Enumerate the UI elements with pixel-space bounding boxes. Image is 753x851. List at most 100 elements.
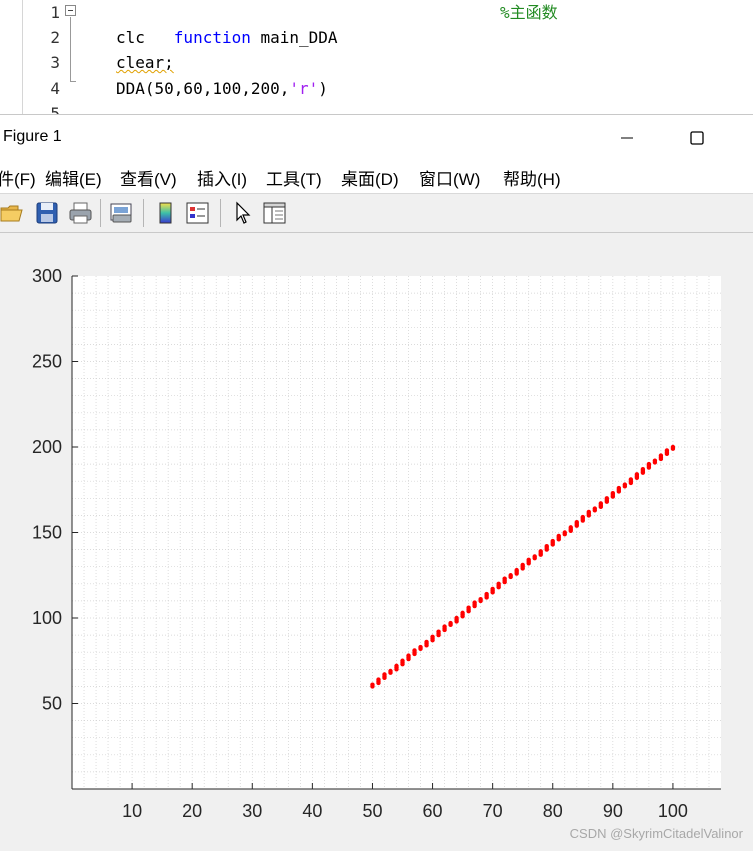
data-point xyxy=(544,543,549,549)
data-point xyxy=(610,490,616,496)
data-point xyxy=(598,501,604,506)
legend-button[interactable] xyxy=(185,200,211,226)
data-point xyxy=(490,586,495,592)
colorbar-icon xyxy=(159,202,172,224)
code-line-3[interactable]: 3 clear; xyxy=(0,50,753,75)
menu-tools[interactable]: 工具(T) xyxy=(266,165,322,190)
data-point xyxy=(628,477,634,482)
data-point xyxy=(454,615,459,621)
data-point xyxy=(532,554,537,559)
data-point xyxy=(460,610,465,616)
string-literal: 'r' xyxy=(289,79,319,98)
function-call: DDA(50,60,100,200, xyxy=(116,79,290,98)
data-point xyxy=(622,482,628,487)
data-point xyxy=(430,634,435,640)
axes-chart[interactable]: 10 20 30 40 50 60 70 80 90 100 50 100 150 200 250 300 xyxy=(0,233,753,847)
figure-menubar: 件(F) 编辑(E) 查看(V) 插入(I) 工具(T) 桌面(D) 窗口(W)… xyxy=(0,159,753,194)
data-point xyxy=(562,530,567,535)
data-point xyxy=(568,525,573,530)
data-point xyxy=(574,520,579,525)
data-point xyxy=(556,533,561,539)
data-point xyxy=(538,549,543,554)
menu-insert[interactable]: 插入(I) xyxy=(197,165,247,190)
x-tick-label: 20 xyxy=(182,801,202,821)
data-point xyxy=(388,668,393,674)
data-point xyxy=(484,591,489,597)
data-point xyxy=(526,557,531,563)
toolbar-separator xyxy=(220,199,221,227)
data-point xyxy=(442,624,447,629)
line-number: 2 xyxy=(50,28,60,47)
minimize-icon xyxy=(621,137,633,139)
property-editor-button[interactable] xyxy=(262,200,288,226)
menu-edit[interactable]: 编辑(E) xyxy=(45,165,102,190)
data-point xyxy=(604,496,610,501)
toolbar-separator xyxy=(100,199,101,227)
colorbar-button[interactable] xyxy=(153,200,179,226)
pointer-button[interactable] xyxy=(230,200,256,226)
menu-window[interactable]: 窗口(W) xyxy=(419,165,480,190)
data-point xyxy=(406,653,411,658)
x-tick-label: 30 xyxy=(242,801,262,821)
code-line-4[interactable]: 4 DDA(50,60,100,200,'r') xyxy=(0,76,753,101)
code-editor[interactable]: 1 function main_DDA %主函数 2 clc 3 clear; … xyxy=(0,0,753,114)
minimize-button[interactable] xyxy=(604,123,650,153)
figure-title: Figure 1 xyxy=(3,128,62,145)
data-point xyxy=(478,596,483,602)
data-point xyxy=(514,567,519,573)
fold-collapse-icon[interactable] xyxy=(65,5,76,16)
x-tick-label: 60 xyxy=(423,801,443,821)
property-editor-icon xyxy=(263,202,286,224)
toolbar-separator xyxy=(143,199,144,227)
menu-file[interactable]: 件(F) xyxy=(0,165,36,190)
data-point xyxy=(412,648,417,653)
print-preview-button[interactable] xyxy=(109,200,135,226)
code-line-5[interactable]: 5 xyxy=(0,101,753,114)
function-call-close: ) xyxy=(318,79,328,98)
data-point xyxy=(496,581,501,586)
x-tick-label: 10 xyxy=(122,801,142,821)
code-line-1[interactable]: 1 function main_DDA %主函数 xyxy=(0,0,753,47)
open-folder-icon xyxy=(0,205,23,222)
print-button[interactable] xyxy=(68,200,94,226)
menu-view[interactable]: 查看(V) xyxy=(120,165,177,190)
pointer-icon xyxy=(236,201,251,224)
y-tick-label: 250 xyxy=(32,352,62,372)
data-point xyxy=(640,467,646,472)
y-tick-label: 100 xyxy=(32,608,62,628)
data-point xyxy=(664,448,670,453)
code-comment: %主函数 xyxy=(500,3,558,22)
figure-toolbar xyxy=(0,194,753,233)
code-line-2[interactable]: 2 clc xyxy=(0,25,753,50)
data-point xyxy=(466,605,471,610)
data-point xyxy=(670,444,676,450)
line-number: 3 xyxy=(50,53,60,72)
data-point xyxy=(580,514,585,520)
data-point xyxy=(448,620,453,626)
data-point xyxy=(658,453,664,458)
data-point xyxy=(616,485,622,491)
data-point xyxy=(472,600,477,605)
menu-desktop[interactable]: 桌面(D) xyxy=(341,165,399,190)
y-tick-label: 200 xyxy=(32,437,62,457)
menu-help[interactable]: 帮助(H) xyxy=(503,165,561,190)
code-text: clear; xyxy=(116,53,174,72)
figure-window: Figure 1 件(F) 编辑(E) 查看(V) 插入(I) 工具(T) 桌面… xyxy=(0,114,753,847)
y-tick-label: 50 xyxy=(42,694,62,714)
line-number: 4 xyxy=(50,79,60,98)
data-point xyxy=(418,644,423,650)
data-point xyxy=(520,562,525,568)
line-number: 5 xyxy=(50,104,60,114)
print-preview-icon xyxy=(110,203,132,223)
maximize-button[interactable] xyxy=(674,123,720,153)
data-point xyxy=(586,509,591,515)
plot-area[interactable]: 10 20 30 40 50 60 70 80 90 100 50 100 150 200 250 300 C… xyxy=(0,233,753,847)
data-point xyxy=(550,538,555,544)
save-button[interactable] xyxy=(35,200,61,226)
x-tick-label: 80 xyxy=(543,801,563,821)
figure-titlebar[interactable]: Figure 1 xyxy=(0,114,753,160)
open-folder-button[interactable] xyxy=(0,200,26,226)
code-text: clc xyxy=(116,28,145,47)
data-point xyxy=(424,639,429,645)
data-point xyxy=(382,672,387,677)
